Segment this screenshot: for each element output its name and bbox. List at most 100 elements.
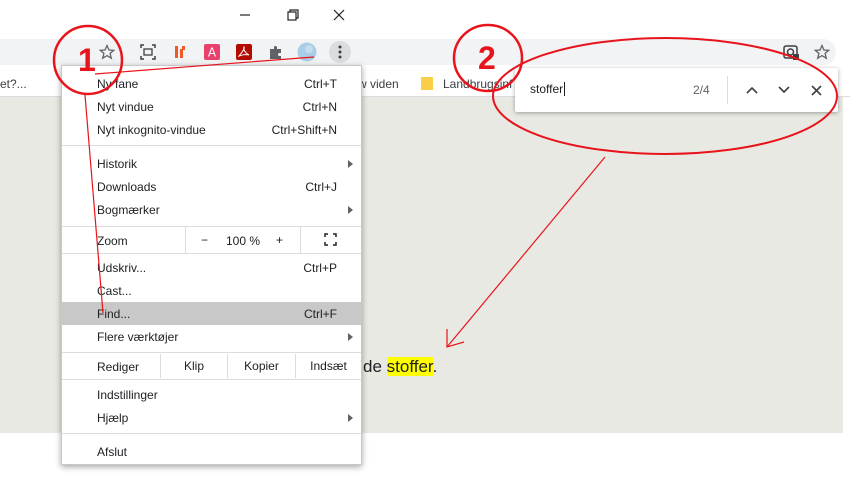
menu-item-label: Nyt vindue [97,100,154,114]
search-highlight: stoffer [386,357,433,376]
extension-button-3[interactable] [234,42,254,62]
extension-button-1[interactable] [170,42,190,62]
menu-item-downloads[interactable]: Downloads Ctrl+J [62,175,361,198]
menu-item-label: Historik [97,157,138,171]
menu-item-history[interactable]: Historik [62,152,361,175]
lens-icon [783,45,799,60]
menu-item-bookmarks[interactable]: Bogmærker [62,198,361,221]
close-icon [810,84,822,96]
submenu-arrow-icon [348,160,353,168]
bookmark-folder[interactable]: Landbrugsinf [443,77,512,91]
menu-item-label: Flere værktøjer [97,330,179,344]
submenu-arrow-icon [348,206,353,214]
zoom-in-button[interactable]: + [276,233,283,247]
chevron-down-icon [778,86,790,94]
menu-item-label: Hjælp [97,411,129,425]
paste-button[interactable]: Indsæt [295,354,361,378]
chrome-menu-button[interactable] [329,41,351,63]
annotation-step-2: 2 [478,40,496,76]
submenu-arrow-icon [348,333,353,341]
menu-item-new-window[interactable]: Nyt vindue Ctrl+N [62,95,361,118]
zoom-value: 100 % [226,234,261,248]
zoom-label: Zoom [97,234,128,248]
profile-button[interactable] [297,42,317,62]
submenu-arrow-icon [348,414,353,422]
menu-item-label: Ny fane [97,77,139,91]
minimize-icon [240,14,250,16]
svg-text:A: A [208,46,217,60]
restore-button[interactable] [270,4,316,26]
text-before: de [363,357,387,376]
find-previous-button[interactable] [741,79,763,101]
menu-item-incognito[interactable]: Nyt inkognito-vindue Ctrl+Shift+N [62,118,361,141]
menu-divider [62,433,361,434]
menu-item-shortcut: Ctrl+F [304,307,337,321]
find-bar: stoffer 2/4 [515,68,838,112]
zoom-out-button[interactable]: − [201,233,208,247]
copy-button[interactable]: Kopier [227,354,295,378]
fullscreen-icon[interactable] [324,233,337,246]
menu-item-settings[interactable]: Indstillinger [62,383,361,406]
folder-icon [421,77,433,93]
screenshot-icon [140,44,156,60]
menu-item-find[interactable]: Find... Ctrl+F [62,302,361,325]
edit-row: Rediger Klip Kopier Indsæt [62,354,361,378]
menu-divider [62,352,361,353]
extension-bars-icon [175,46,185,58]
find-next-button[interactable] [773,79,795,101]
menu-item-label: Cast... [97,284,132,298]
edit-label: Rediger [97,360,140,374]
cut-button[interactable]: Klip [160,354,227,378]
menu-item-label: Find... [97,307,131,321]
zoom-row: Zoom − 100 % + [62,227,361,253]
menu-item-shortcut: Ctrl+Shift+N [271,123,337,137]
menu-item-shortcut: Ctrl+J [305,180,337,194]
menu-item-print[interactable]: Udskriv... Ctrl+P [62,256,361,279]
chevron-up-icon [746,86,758,94]
menu-item-shortcut: Ctrl+P [303,261,337,275]
find-match-count: 2/4 [693,83,710,97]
menu-item-new-tab[interactable]: Ny fane Ctrl+T [62,72,361,95]
extension-button-2[interactable]: A [202,42,222,62]
browser-window: de stoffer. A et?... w viden Landbrugsin… [0,0,850,478]
bookmark-star-button[interactable] [97,42,117,62]
profile-icon [297,42,317,62]
zoom-divider [185,227,186,253]
kebab-menu-icon [338,45,342,59]
menu-item-label: Udskriv... [97,261,147,275]
bookmark-item[interactable]: et?... [0,77,27,91]
menu-item-shortcut: Ctrl+N [302,100,337,114]
menu-item-shortcut: Ctrl+T [304,77,337,91]
find-close-button[interactable] [805,79,827,101]
annotation-step-1: 1 [78,42,96,78]
bookmark-page-button[interactable] [812,42,832,62]
menu-item-exit[interactable]: Afslut [62,440,361,463]
screenshot-button[interactable] [138,42,158,62]
menu-item-label: Indstillinger [97,388,158,402]
bookmark-item[interactable]: w viden [358,77,399,91]
page-text: de stoffer. [363,357,437,377]
menu-divider [62,253,361,254]
close-icon [333,9,345,21]
menu-item-label: Nyt inkognito-vindue [97,123,206,137]
close-window-button[interactable] [316,4,362,26]
find-input[interactable]: stoffer [530,82,566,96]
find-divider [727,76,728,104]
menu-item-label: Downloads [97,180,157,194]
lens-button[interactable] [781,42,801,62]
minimize-button[interactable] [222,4,268,26]
text-after: . [432,357,438,376]
menu-item-help[interactable]: Hjælp [62,406,361,429]
address-bar[interactable] [0,39,836,65]
chrome-menu: Ny fane Ctrl+T Nyt vindue Ctrl+N Nyt inkog… [61,65,362,465]
menu-divider [62,145,361,146]
pdf-icon [236,44,252,60]
menu-item-more-tools[interactable]: Flere værktøjer [62,325,361,348]
extensions-menu-button[interactable] [266,42,286,62]
star-icon [814,44,830,60]
zoom-divider [300,227,301,253]
menu-divider [62,379,361,380]
extension-a-icon: A [204,44,220,60]
menu-item-cast[interactable]: Cast... [62,279,361,302]
puzzle-icon [270,46,281,59]
